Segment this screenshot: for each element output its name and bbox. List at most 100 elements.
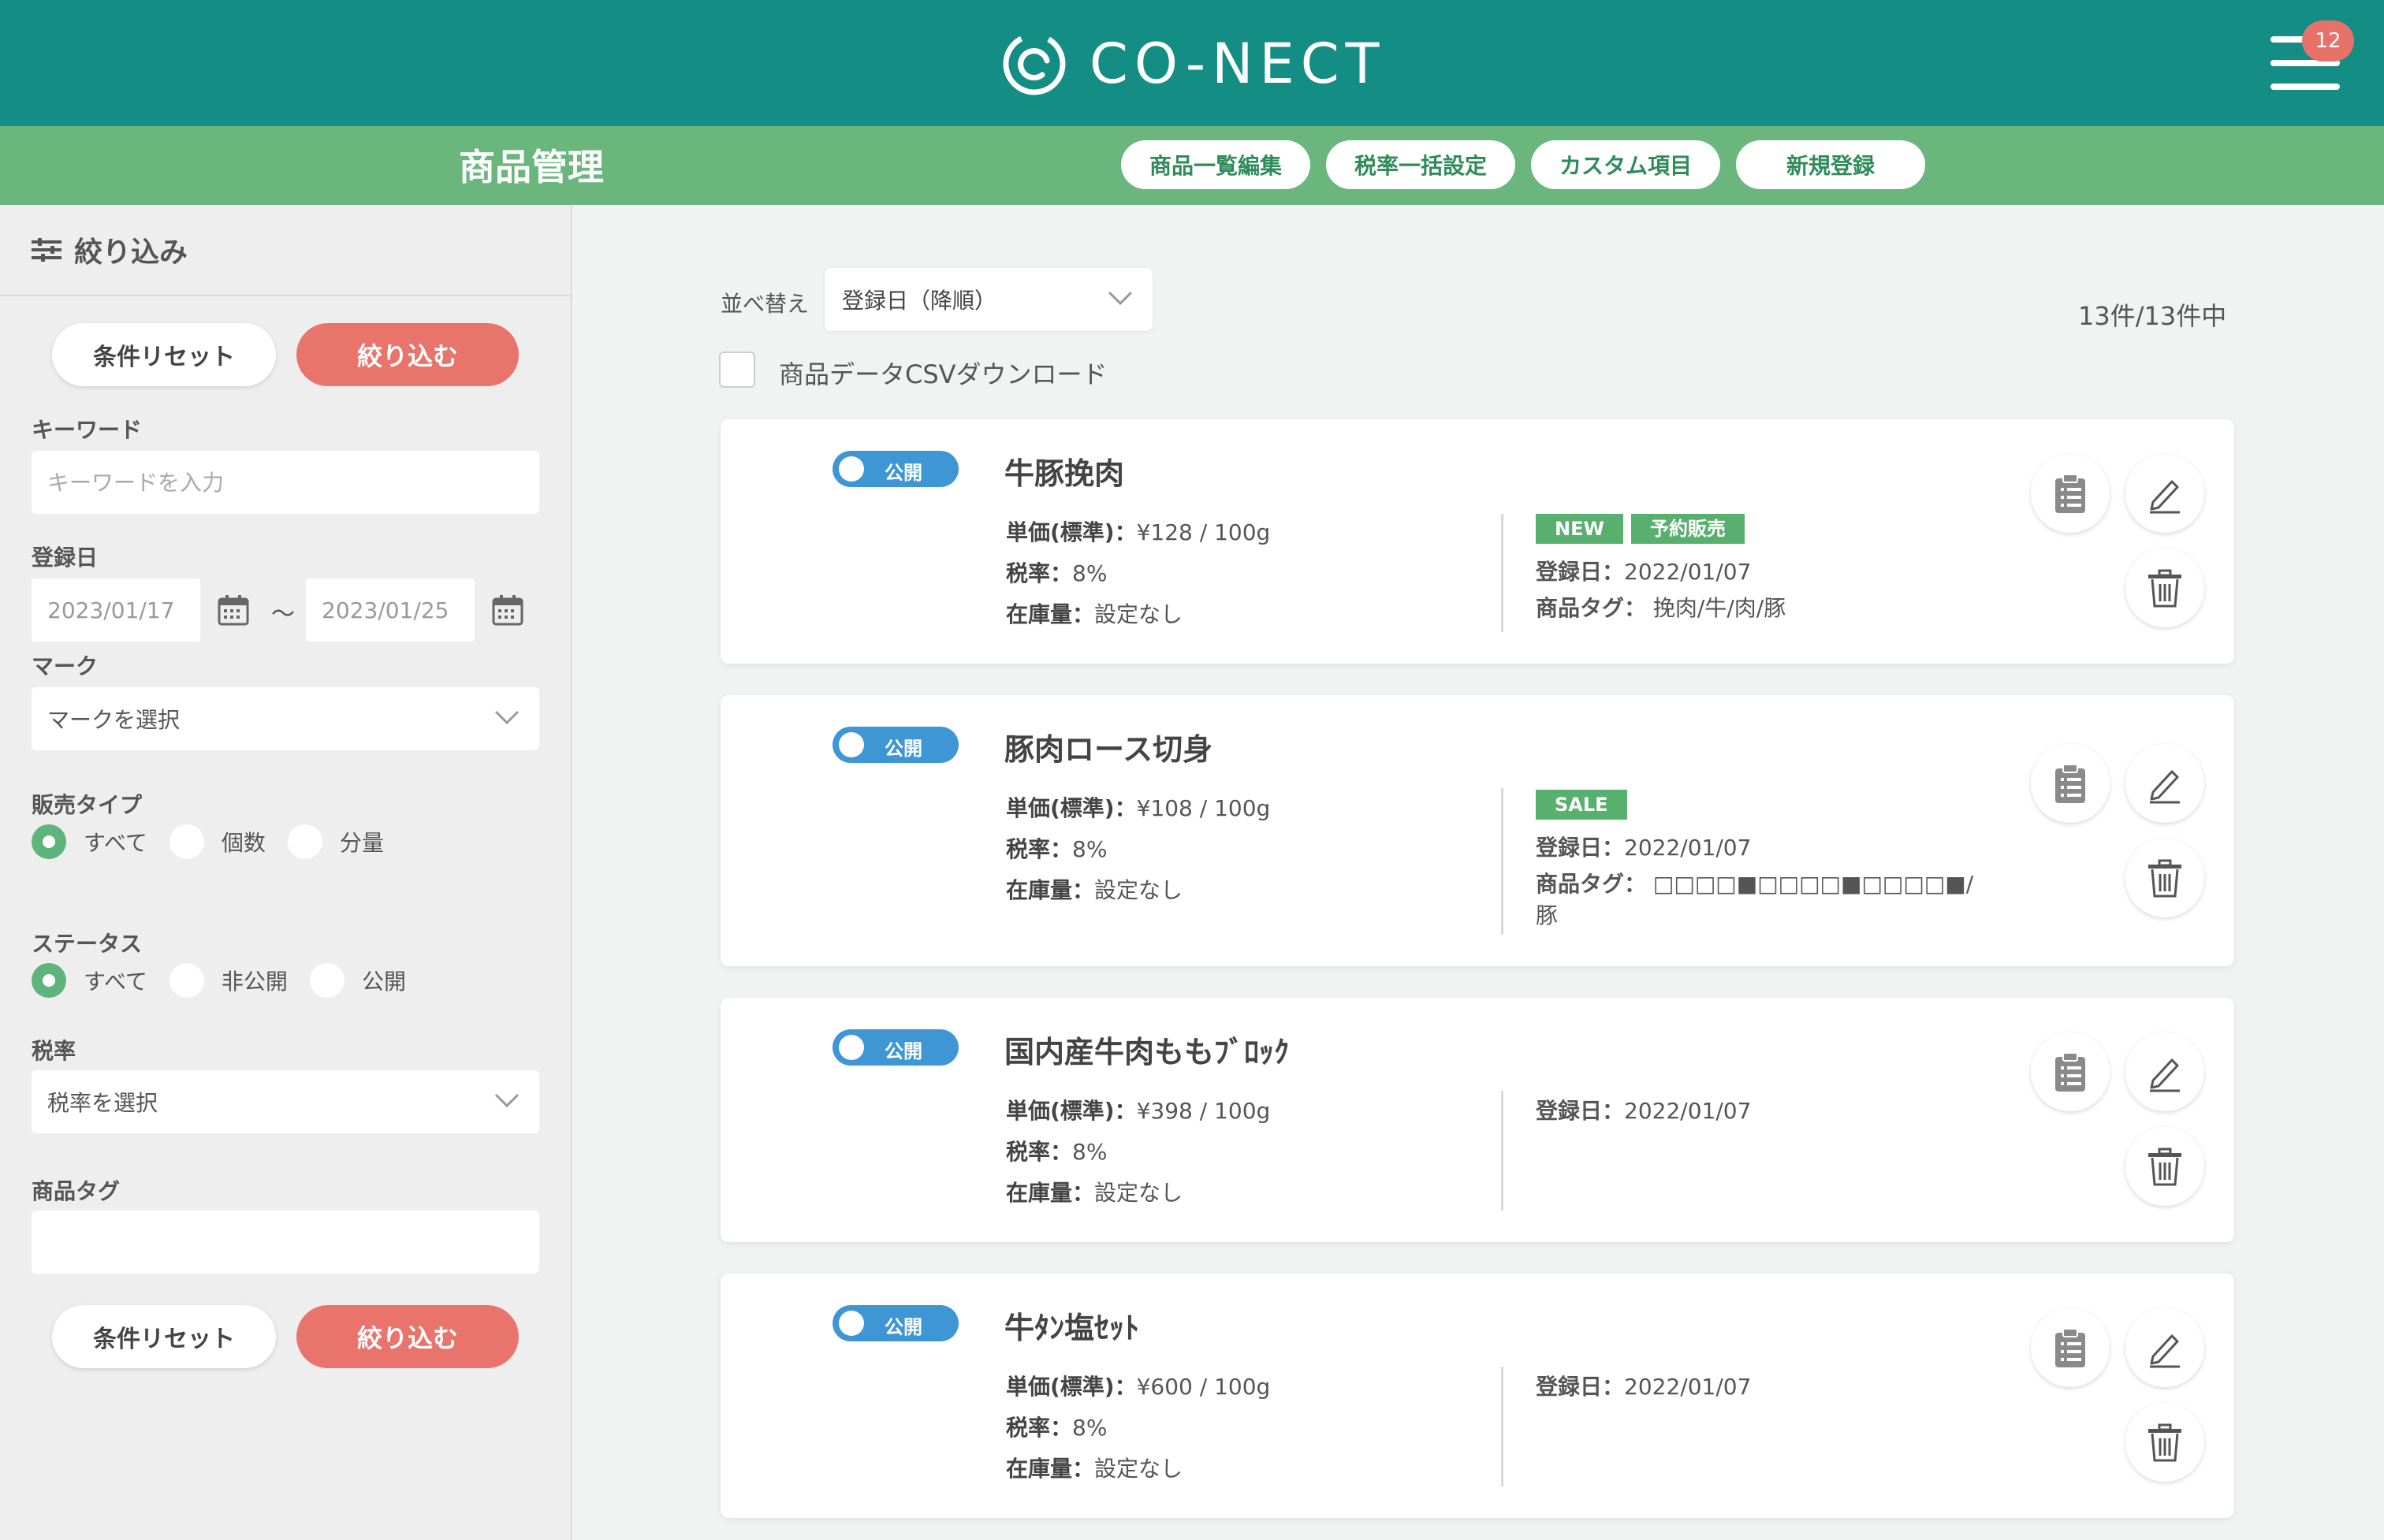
divider [1501,1367,1503,1486]
toggle-knob [839,1311,864,1336]
copy-button[interactable] [2031,454,2110,533]
mark-label: マーク [32,653,99,679]
product-date: 登録日：2022/01/07 [1536,555,1751,586]
trash-icon [2148,1148,2181,1186]
date-to-input[interactable]: 2023/01/25 [306,578,475,642]
tags-label: 商品タグ： [1536,595,1647,621]
product-stock: 在庫量：設定なし [1006,1452,1183,1483]
calendar-icon[interactable] [491,593,524,627]
status-option-all[interactable]: すべて [32,963,147,998]
edit-button[interactable] [2125,454,2204,533]
apply-button-bottom[interactable]: 絞り込む [296,1305,519,1368]
radio-button[interactable] [309,963,345,998]
reset-button-top[interactable]: 条件リセット [52,323,276,386]
sub-header: 商品管理 商品一覧編集 税率一括設定 カスタム項目 新規登録 [0,126,2384,205]
sale-type-option-all[interactable]: すべて [32,824,147,859]
status-option-private[interactable]: 非公開 [169,963,288,998]
radio-button[interactable] [169,963,204,998]
apply-button-top[interactable]: 絞り込む [296,323,519,386]
top-header: CO-NECT 12 [0,0,2384,126]
sale-type-option-amount[interactable]: 分量 [287,824,384,859]
tax-select[interactable]: 税率を選択 [32,1070,539,1133]
product-card: 公開 国内産牛肉ももﾌﾞﾛｯｸ 単価(標準)：¥398 / 100g 税率：8%… [721,998,2234,1242]
tax-bulk-button[interactable]: 税率一括設定 [1326,140,1515,189]
edit-button[interactable] [2125,1032,2204,1111]
date-value: 2022/01/07 [1624,835,1752,861]
radio-label: 公開 [361,969,406,995]
radio-button[interactable] [287,824,322,859]
sort-select[interactable]: 登録日（降順） [825,268,1153,331]
new-badge: NEW [1536,514,1623,544]
tax-label: 税率： [1006,1415,1073,1441]
product-tags: 商品タグ： 挽肉/牛/肉/豚 [1536,593,1977,624]
status-radio-group: すべて 非公開 公開 [32,963,428,998]
clipboard-icon [2055,764,2085,803]
delete-button[interactable] [2125,1403,2204,1482]
date-value: 2022/01/07 [1624,1374,1752,1400]
tags-label: 商品タグ： [1536,871,1647,897]
product-stock: 在庫量：設定なし [1006,873,1183,905]
radio-button[interactable] [32,963,66,998]
status-option-public[interactable]: 公開 [309,963,406,998]
copy-button[interactable] [2031,744,2110,823]
radio-button[interactable] [169,824,204,859]
product-tax: 税率：8% [1006,556,1107,588]
status-toggle[interactable]: 公開 [833,451,959,487]
radio-label: 非公開 [221,969,288,995]
logo-text: CO-NECT [1090,32,1386,96]
stock-label: 在庫量： [1006,1180,1095,1206]
status-toggle[interactable]: 公開 [833,1029,959,1066]
price-label: 単価(標準)： [1006,795,1137,821]
page-title: 商品管理 [459,146,604,188]
radio-button[interactable] [32,824,66,859]
sort-select-value: 登録日（降順） [842,288,997,314]
status-toggle[interactable]: 公開 [833,727,959,763]
divider [1501,788,1503,935]
bulk-edit-button[interactable]: 商品一覧編集 [1121,140,1310,189]
clipboard-icon [2055,474,2085,513]
edit-button[interactable] [2125,1308,2204,1387]
copy-button[interactable] [2031,1308,2110,1387]
sort-label: 並べ替え [721,291,810,317]
status-toggle[interactable]: 公開 [833,1305,959,1341]
product-price: 単価(標準)：¥128 / 100g [1006,515,1270,547]
product-card: 公開 牛ﾀﾝ塩ｾｯﾄ 単価(標準)：¥600 / 100g 税率：8% 在庫量：… [721,1274,2234,1518]
product-date: 登録日：2022/01/07 [1536,831,1751,862]
delete-button[interactable] [2125,1127,2204,1206]
product-name: 牛ﾀﾝ塩ｾｯﾄ [1004,1311,1140,1345]
csv-download-label: 商品データCSVダウンロード [779,359,1108,389]
logo[interactable]: CO-NECT [1000,28,1385,99]
toggle-knob [839,1035,864,1060]
tax-label: 税率 [32,1038,76,1064]
product-price: 単価(標準)：¥600 / 100g [1006,1370,1270,1401]
date-label: 登録日： [1536,1098,1625,1124]
reset-button-bottom[interactable]: 条件リセット [52,1305,276,1368]
tags-value: 挽肉/牛/肉/豚 [1646,595,1786,621]
sale-type-option-count[interactable]: 個数 [169,824,266,859]
edit-icon [2150,1058,2180,1092]
sale-type-label: 販売タイプ [32,792,143,818]
badge-row: NEW 予約販売 [1536,514,1753,544]
stock-value: 設定なし [1094,1180,1183,1206]
clipboard-icon [2055,1328,2085,1367]
new-register-button[interactable]: 新規登録 [1736,140,1925,189]
product-tax: 税率：8% [1006,1135,1107,1166]
delete-button[interactable] [2125,549,2204,627]
csv-download-checkbox[interactable] [719,352,755,388]
keyword-input[interactable] [32,451,539,514]
tax-label: 税率： [1006,1139,1073,1165]
toggle-label: 公開 [885,462,922,484]
filter-header: 絞り込み [0,205,571,296]
mark-select[interactable]: マークを選択 [32,687,539,750]
calendar-icon[interactable] [217,593,250,627]
divider [1501,1091,1503,1211]
filter-sidebar: 絞り込み 条件リセット 絞り込む キーワード 登録日 2023/01/17 〜 … [0,205,572,1540]
date-separator: 〜 [271,601,295,628]
filter-title: 絞り込み [74,236,188,269]
date-from-input[interactable]: 2023/01/17 [32,578,200,642]
edit-button[interactable] [2125,744,2204,823]
custom-field-button[interactable]: カスタム項目 [1531,140,1720,189]
copy-button[interactable] [2031,1032,2110,1111]
delete-button[interactable] [2125,839,2204,917]
tag-input[interactable] [32,1211,539,1274]
